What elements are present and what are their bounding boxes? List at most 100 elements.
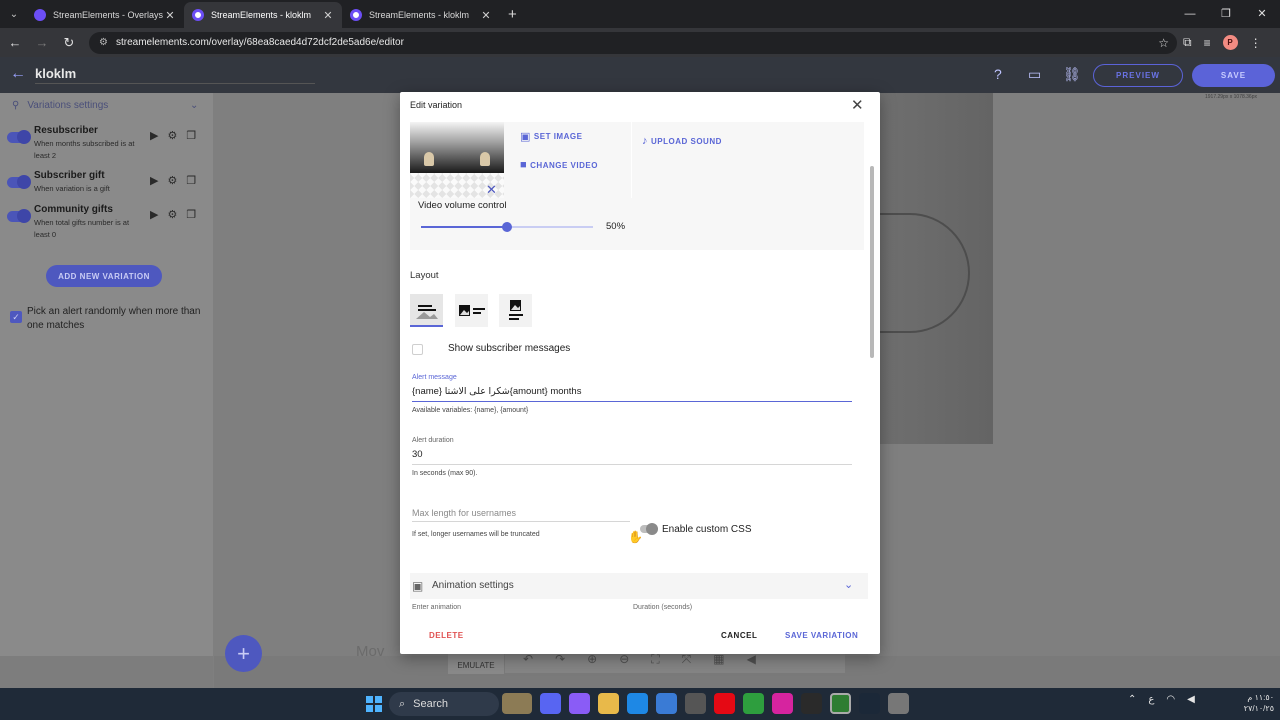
tab-close-icon[interactable]: ✕: [164, 9, 176, 22]
zoom-in-icon[interactable]: ⊕: [587, 652, 597, 666]
upload-sound-button[interactable]: ♪ UPLOAD SOUND: [642, 135, 722, 147]
alert-message-input[interactable]: {name} شكرا على الاشتا{amount} months: [412, 386, 852, 399]
store-icon[interactable]: [656, 693, 677, 714]
close-icon[interactable]: ✕: [851, 96, 864, 114]
steam-icon[interactable]: [859, 693, 880, 714]
discord-icon[interactable]: [540, 693, 561, 714]
animation-settings-section[interactable]: ▣ Animation settings ⌄: [410, 573, 868, 599]
media-control-icon[interactable]: ≡: [1204, 36, 1211, 50]
settings-icon[interactable]: [888, 693, 909, 714]
copy-icon[interactable]: ❐: [186, 174, 196, 187]
copy-icon[interactable]: ❐: [186, 129, 196, 142]
zoom-out-icon[interactable]: ⊖: [619, 652, 629, 666]
save-button[interactable]: SAVE: [1192, 64, 1275, 87]
delete-button[interactable]: DELETE: [429, 631, 464, 640]
instagram-icon[interactable]: [772, 693, 793, 714]
variation-toggle[interactable]: [7, 175, 31, 189]
back-icon[interactable]: ←: [3, 35, 27, 50]
redo-icon[interactable]: ↷: [555, 652, 565, 666]
play-icon[interactable]: ▶: [150, 208, 158, 221]
windows-start-icon[interactable]: [366, 696, 382, 712]
chevron-down-icon[interactable]: ⌄: [844, 578, 853, 591]
reload-icon[interactable]: ↻: [57, 35, 81, 51]
taskbar-search[interactable]: ⌕ Search: [389, 692, 499, 716]
cancel-button[interactable]: CANCEL: [721, 631, 757, 640]
set-image-button[interactable]: ▣ SET IMAGE: [520, 130, 582, 143]
layout-image-top-option[interactable]: [410, 294, 443, 327]
chevron-down-icon[interactable]: ⌄: [190, 100, 198, 111]
volume-slider-handle[interactable]: [502, 222, 512, 232]
browser-tab-active[interactable]: StreamElements - kloklm ✕: [184, 2, 342, 28]
browser-menu-icon[interactable]: ⋮: [1250, 36, 1262, 50]
volume-slider[interactable]: [421, 222, 593, 232]
gear-icon[interactable]: ⚙: [167, 129, 177, 142]
variations-settings-header[interactable]: ⚲ Variations settings ⌄: [12, 100, 198, 111]
maximize-icon[interactable]: ❐: [1208, 0, 1244, 28]
preview-button[interactable]: PREVIEW: [1093, 64, 1183, 87]
screen-icon[interactable]: ▭: [1028, 66, 1041, 83]
copy-icon[interactable]: ❐: [186, 208, 196, 221]
app-icon[interactable]: [685, 693, 706, 714]
dialog-scrollbar[interactable]: [870, 166, 874, 358]
overlay-title[interactable]: kloklm: [35, 66, 76, 81]
bookmark-star-icon[interactable]: ☆: [1158, 36, 1169, 50]
help-icon[interactable]: ?: [994, 66, 1002, 82]
show-subscriber-messages-option[interactable]: Show subscriber messages: [412, 342, 712, 358]
site-info-icon[interactable]: ⚙: [99, 37, 108, 48]
layout-image-left-option[interactable]: [455, 294, 488, 327]
new-tab-icon[interactable]: +: [508, 6, 517, 23]
widget-icon[interactable]: [502, 693, 532, 714]
browser-tab[interactable]: StreamElements - kloklm ✕: [342, 2, 500, 28]
gear-icon[interactable]: ⚙: [167, 174, 177, 187]
language-icon[interactable]: ع: [1148, 694, 1154, 705]
variation-toggle[interactable]: [7, 130, 31, 144]
extensions-icon[interactable]: ⧉: [1183, 35, 1192, 50]
browser-tab[interactable]: StreamElements - Overlays ✕: [26, 2, 184, 28]
layout-text-over-option[interactable]: [499, 294, 532, 327]
edge-icon[interactable]: [627, 693, 648, 714]
variation-item[interactable]: Resubscriber When months subscribed is a…: [7, 125, 207, 160]
save-variation-button[interactable]: SAVE VARIATION: [785, 631, 858, 640]
tab-close-icon[interactable]: ✕: [480, 9, 492, 22]
max-length-input[interactable]: Max length for usernames: [412, 508, 630, 518]
netflix-icon[interactable]: [714, 693, 735, 714]
pick-random-checkbox[interactable]: ✓: [10, 311, 22, 323]
variation-item[interactable]: Subscriber gift When variation is a gift…: [7, 170, 207, 204]
change-video-button[interactable]: ■ CHANGE VIDEO: [520, 159, 598, 171]
taskbar-clock[interactable]: ١١:٥٠ م ٢٧/١٠/٢٥: [1240, 692, 1274, 714]
back-arrow-icon[interactable]: ←: [10, 65, 26, 83]
play-icon[interactable]: ▶: [150, 129, 158, 142]
gear-icon[interactable]: ⚙: [167, 208, 177, 221]
remove-media-icon[interactable]: ✕: [486, 182, 497, 198]
copilot-icon[interactable]: [569, 693, 590, 714]
variation-item[interactable]: Community gifts When total gifts number …: [7, 204, 207, 239]
window-controls: — ❐ ✕: [1172, 0, 1280, 28]
link-icon[interactable]: ⛓: [1063, 66, 1081, 83]
tab-search-icon[interactable]: ⌄: [2, 2, 26, 26]
alert-duration-input[interactable]: 30: [412, 449, 852, 462]
file-explorer-icon[interactable]: [598, 693, 619, 714]
window-close-icon[interactable]: ✕: [1244, 0, 1280, 28]
tray-chevron-icon[interactable]: ⌃: [1128, 694, 1136, 705]
xbox-icon[interactable]: [743, 693, 764, 714]
grid-icon[interactable]: ▦: [713, 652, 724, 666]
add-new-variation-button[interactable]: ADD NEW VARIATION: [46, 265, 162, 287]
search-placeholder: Search: [413, 698, 449, 710]
whatsapp-icon[interactable]: [801, 693, 822, 714]
wifi-icon[interactable]: ◠: [1166, 694, 1175, 705]
speaker-icon[interactable]: ◀: [1187, 694, 1195, 705]
profile-avatar[interactable]: P: [1222, 35, 1238, 50]
add-widget-button[interactable]: +: [225, 635, 262, 672]
tab-close-icon[interactable]: ✕: [322, 9, 334, 22]
forward-icon[interactable]: →: [30, 35, 54, 50]
duration-label: Duration (seconds): [633, 604, 693, 611]
minimize-icon[interactable]: —: [1172, 0, 1208, 28]
volume-icon[interactable]: ◀: [747, 652, 756, 666]
address-bar[interactable]: ⚙ streamelements.com/overlay/68ea8caed4d…: [89, 31, 1177, 54]
chrome-icon[interactable]: [830, 693, 851, 714]
show-messages-checkbox[interactable]: [412, 344, 423, 355]
undo-icon[interactable]: ↶: [523, 652, 533, 666]
canvas-preview-image[interactable]: [880, 93, 993, 444]
play-icon[interactable]: ▶: [150, 174, 158, 187]
variation-toggle[interactable]: [7, 209, 31, 223]
